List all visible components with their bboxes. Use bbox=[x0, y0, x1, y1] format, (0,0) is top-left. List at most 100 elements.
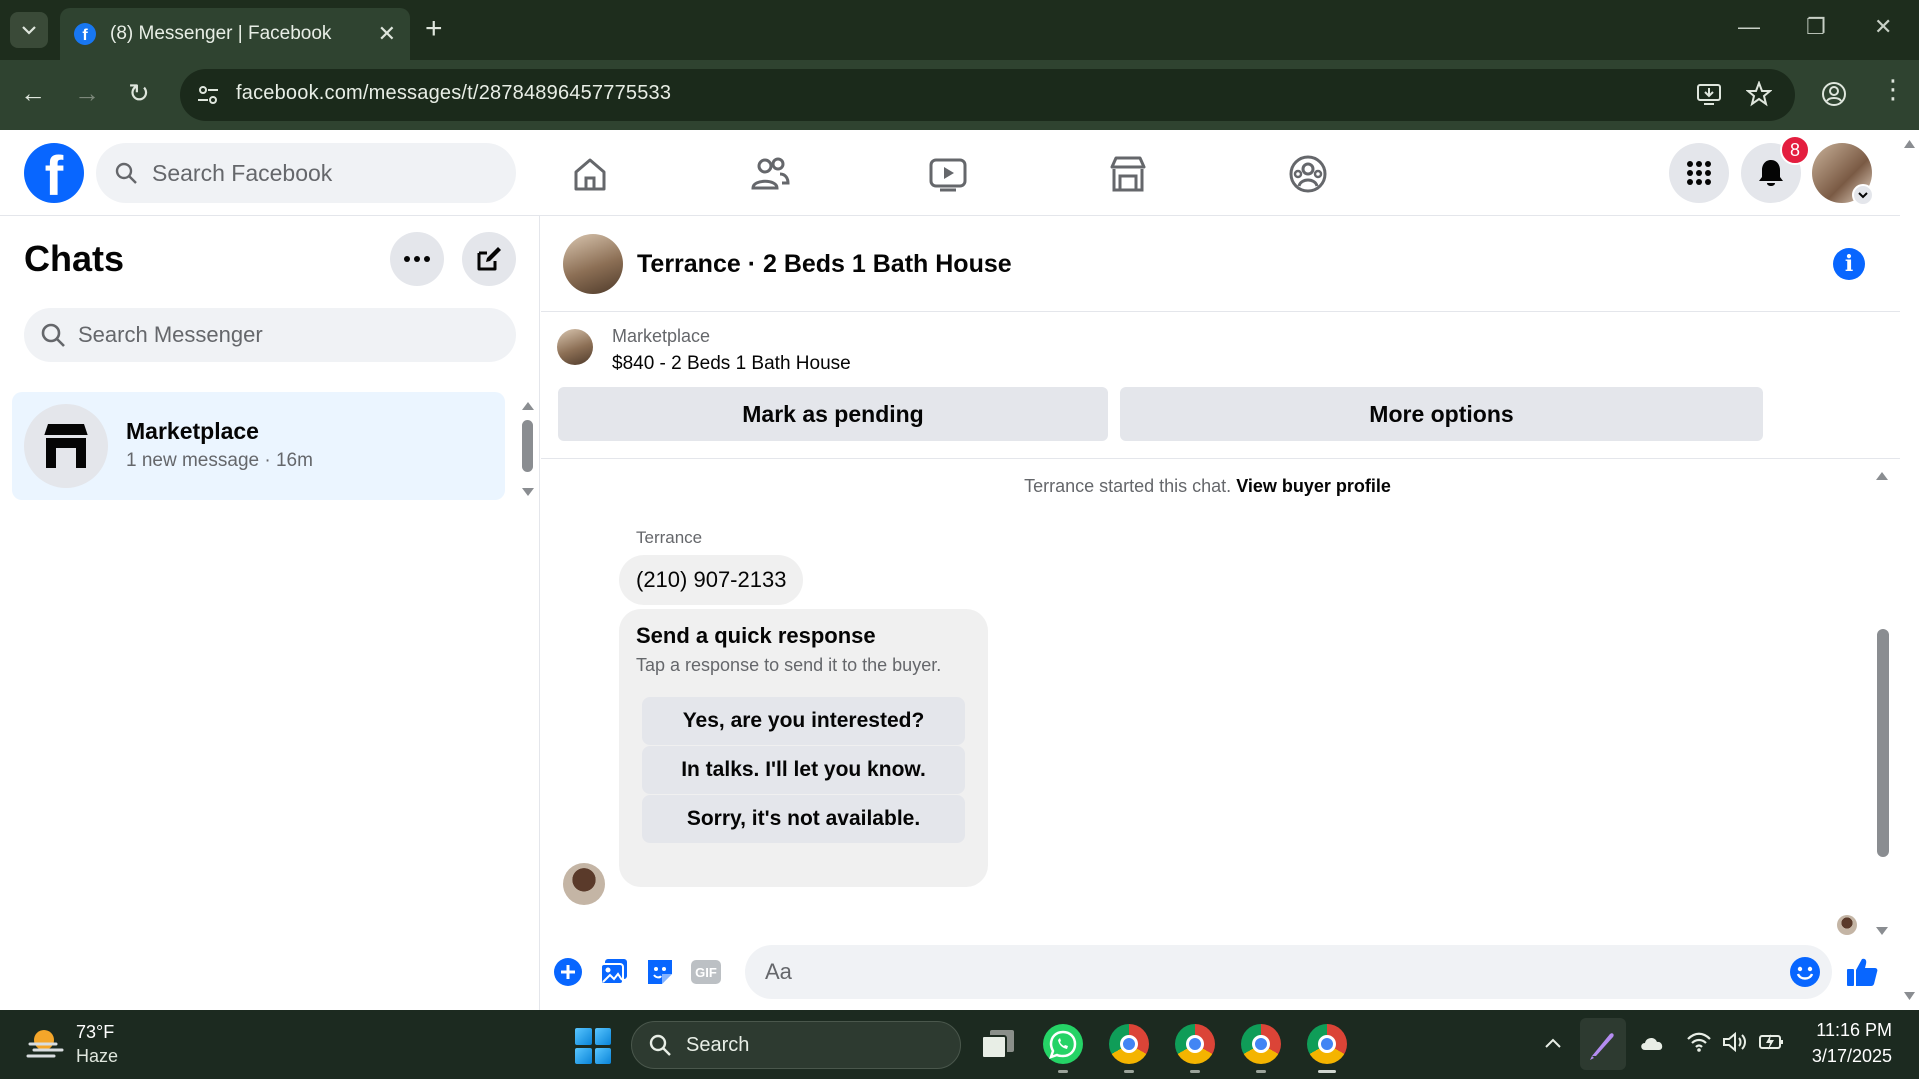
tab-title: (8) Messenger | Facebook bbox=[110, 23, 332, 44]
volume-icon[interactable] bbox=[1722, 1031, 1748, 1058]
message-input[interactable]: Aa bbox=[745, 945, 1832, 999]
new-message-button[interactable] bbox=[462, 232, 516, 286]
clock-time[interactable]: 11:16 PM bbox=[1800, 1020, 1892, 1041]
whatsapp-icon[interactable] bbox=[1043, 1024, 1083, 1064]
facebook-logo[interactable]: f bbox=[24, 143, 84, 203]
address-toolbar: ← → ↻ facebook.com/messages/t/2878489645… bbox=[0, 60, 1919, 130]
conversation-avatar[interactable] bbox=[563, 234, 623, 294]
friends-icon[interactable] bbox=[748, 152, 792, 196]
marketplace-icon[interactable] bbox=[1106, 152, 1150, 196]
sidebar-scrollbar-thumb[interactable] bbox=[522, 420, 533, 472]
quick-response-yes-button[interactable]: Yes, are you interested? bbox=[642, 697, 965, 745]
messenger-search-placeholder: Search Messenger bbox=[78, 322, 263, 347]
chat-started-notice: Terrance started this chat. View buyer p… bbox=[541, 476, 1874, 497]
scroll-up-arrow-icon[interactable] bbox=[1875, 468, 1889, 486]
photo-icon[interactable] bbox=[597, 955, 631, 989]
facebook-search-input[interactable]: Search Facebook bbox=[96, 143, 516, 203]
weather-description: Haze bbox=[76, 1046, 119, 1066]
chats-title: Chats bbox=[24, 238, 125, 279]
marketplace-chat-avatar bbox=[24, 404, 108, 488]
tab-close-icon[interactable]: ✕ bbox=[378, 21, 396, 47]
chrome-profile-icon[interactable] bbox=[1307, 1024, 1347, 1064]
back-button[interactable]: ← bbox=[20, 78, 46, 108]
more-dots-icon bbox=[404, 256, 430, 262]
listing-title[interactable]: $840 - 2 Beds 1 Bath House bbox=[612, 353, 851, 375]
sender-avatar[interactable] bbox=[563, 863, 605, 905]
seen-indicator-avatar bbox=[1837, 915, 1857, 935]
chrome-icon[interactable] bbox=[1109, 1024, 1149, 1064]
bookmark-star-icon[interactable] bbox=[1745, 80, 1773, 112]
minimize-icon[interactable]: — bbox=[1738, 14, 1760, 40]
install-app-icon[interactable] bbox=[1696, 81, 1722, 112]
info-icon[interactable]: i bbox=[1833, 248, 1865, 280]
site-info-icon[interactable] bbox=[194, 81, 222, 109]
conversation-title[interactable]: Terrance · 2 Beds 1 Bath House bbox=[637, 250, 1012, 279]
search-icon bbox=[41, 323, 65, 347]
chrome-profile-running-indicator bbox=[1190, 1070, 1200, 1073]
marketplace-listing-banner: Marketplace $840 - 2 Beds 1 Bath House M… bbox=[541, 313, 1900, 459]
window-close-icon[interactable]: ✕ bbox=[1874, 14, 1892, 40]
groups-icon[interactable] bbox=[1286, 152, 1330, 196]
more-options-button[interactable]: More options bbox=[1120, 387, 1763, 441]
facebook-favicon-icon: f bbox=[74, 23, 96, 45]
view-buyer-profile-link[interactable]: View buyer profile bbox=[1236, 476, 1391, 496]
search-icon bbox=[649, 1034, 671, 1056]
scroll-down-arrow-icon[interactable] bbox=[521, 484, 535, 502]
menu-grid-button[interactable] bbox=[1669, 143, 1729, 203]
page-scrollbar[interactable] bbox=[1900, 130, 1919, 1010]
thread-scrollbar-thumb[interactable] bbox=[1877, 629, 1889, 857]
listing-label: Marketplace bbox=[612, 326, 711, 346]
watch-icon[interactable] bbox=[926, 152, 970, 196]
restore-icon[interactable]: ❐ bbox=[1806, 14, 1826, 40]
svg-text:GIF: GIF bbox=[695, 965, 717, 980]
address-bar[interactable]: facebook.com/messages/t/2878489645777553… bbox=[180, 69, 1795, 121]
windows-start-icon[interactable] bbox=[575, 1028, 611, 1064]
chat-list-item[interactable]: Marketplace 1 new message · 16m bbox=[12, 392, 505, 500]
browser-tab[interactable]: f (8) Messenger | Facebook ✕ bbox=[60, 8, 410, 60]
scroll-up-arrow-icon[interactable] bbox=[521, 398, 535, 416]
profile-icon[interactable] bbox=[1820, 80, 1848, 113]
browser-menu-icon[interactable]: ⋮ bbox=[1880, 74, 1906, 105]
like-thumb-icon[interactable] bbox=[1845, 955, 1879, 989]
tab-search-button[interactable] bbox=[10, 12, 48, 48]
messenger-search-input[interactable]: Search Messenger bbox=[24, 308, 516, 362]
url-text: facebook.com/messages/t/2878489645777553… bbox=[236, 82, 672, 104]
account-caret-icon[interactable] bbox=[1852, 184, 1874, 206]
reload-button[interactable]: ↻ bbox=[128, 78, 150, 108]
plus-circle-icon[interactable] bbox=[551, 955, 585, 989]
chrome-profile-icon[interactable] bbox=[1175, 1024, 1215, 1064]
sticker-icon[interactable] bbox=[643, 955, 677, 989]
message-input-placeholder: Aa bbox=[765, 959, 792, 984]
chevron-down-icon bbox=[22, 26, 36, 35]
whatsapp-running-indicator bbox=[1058, 1070, 1068, 1073]
chat-name: Marketplace bbox=[126, 418, 259, 444]
notification-badge: 8 bbox=[1780, 135, 1810, 165]
quick-response-not-available-button[interactable]: Sorry, it's not available. bbox=[642, 795, 965, 843]
message-bubble[interactable]: (210) 907-2133 bbox=[619, 555, 804, 605]
chrome-profile-icon[interactable] bbox=[1241, 1024, 1281, 1064]
forward-button[interactable]: → bbox=[74, 78, 100, 108]
battery-charging-icon[interactable] bbox=[1758, 1032, 1786, 1058]
gif-icon[interactable]: GIF bbox=[689, 955, 723, 989]
pen-app-icon[interactable] bbox=[1580, 1018, 1626, 1070]
emoji-icon[interactable] bbox=[1790, 957, 1820, 987]
wifi-icon[interactable] bbox=[1686, 1032, 1712, 1058]
new-tab-button[interactable]: + bbox=[425, 14, 443, 44]
menu-grid-icon bbox=[1687, 161, 1711, 185]
mark-as-pending-button[interactable]: Mark as pending bbox=[558, 387, 1108, 441]
started-text: Terrance started this chat. bbox=[1024, 476, 1232, 496]
weather-haze-icon[interactable] bbox=[26, 1026, 66, 1062]
quick-response-in-talks-button[interactable]: In talks. I'll let you know. bbox=[642, 746, 965, 794]
listing-thumbnail[interactable] bbox=[557, 329, 593, 365]
weather-temperature: 73°F bbox=[76, 1022, 115, 1042]
tray-overflow-chevron-icon[interactable] bbox=[1544, 1032, 1562, 1055]
taskbar-search[interactable]: Search bbox=[631, 1021, 961, 1069]
taskbar-search-label: Search bbox=[686, 1033, 750, 1056]
chats-options-button[interactable] bbox=[390, 232, 444, 286]
quick-response-title: Send a quick response bbox=[636, 623, 876, 648]
onedrive-cloud-icon[interactable] bbox=[1638, 1032, 1666, 1058]
chrome-profile-running-indicator bbox=[1256, 1070, 1266, 1073]
clock-date[interactable]: 3/17/2025 bbox=[1800, 1046, 1892, 1067]
task-view-icon[interactable] bbox=[978, 1024, 1018, 1064]
home-icon[interactable] bbox=[568, 152, 612, 196]
